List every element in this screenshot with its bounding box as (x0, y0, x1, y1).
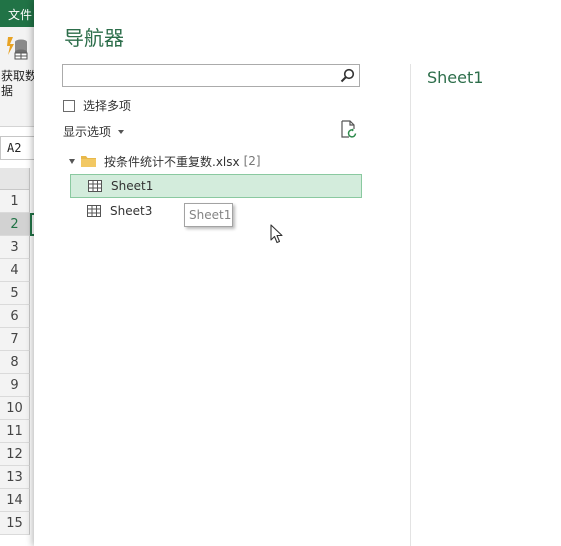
chevron-down-icon (118, 129, 125, 134)
row-header[interactable]: 5 (0, 282, 30, 305)
file-tab[interactable]: 文件 (8, 6, 32, 23)
pane-divider[interactable] (410, 64, 411, 546)
folder-label: 按条件统计不重复数.xlsx (104, 154, 240, 169)
row-header[interactable]: 2 (0, 213, 30, 236)
search-input[interactable] (63, 65, 333, 86)
navigator-dialog: 导航器 选择多项 显示选项 按条件统计不重复数.xlsx [2] Sheet1 … (34, 0, 561, 546)
multi-select-checkbox[interactable] (63, 99, 75, 112)
tree-item-label: Sheet1 (111, 179, 154, 193)
display-options-dropdown[interactable]: 显示选项 (63, 123, 125, 140)
row-headers: 1 2 3 4 5 6 7 8 9 10 11 12 13 14 15 (0, 190, 30, 535)
display-options-label: 显示选项 (63, 125, 112, 139)
multi-select-option[interactable]: 选择多项 (63, 97, 131, 114)
multi-select-label: 选择多项 (83, 99, 132, 113)
row-header[interactable]: 1 (0, 190, 30, 213)
row-header[interactable]: 14 (0, 489, 30, 512)
tree-item-label: Sheet3 (110, 204, 153, 218)
search-box[interactable] (62, 64, 360, 87)
row-header[interactable]: 4 (0, 259, 30, 282)
search-icon[interactable] (340, 68, 355, 83)
row-header[interactable]: 13 (0, 466, 30, 489)
row-header[interactable]: 7 (0, 328, 30, 351)
row-header[interactable]: 6 (0, 305, 30, 328)
folder-icon (81, 156, 96, 167)
expand-arrow-icon[interactable] (69, 158, 75, 164)
row-header[interactable]: 9 (0, 374, 30, 397)
dialog-title: 导航器 (64, 26, 124, 50)
select-all-corner[interactable] (0, 168, 30, 190)
tree-item-sheet1[interactable]: Sheet1 (70, 174, 362, 198)
row-header[interactable]: 12 (0, 443, 30, 466)
get-data-icon[interactable] (6, 35, 28, 61)
tree-folder-node[interactable]: 按条件统计不重复数.xlsx [2] (64, 151, 364, 171)
row-header[interactable]: 3 (0, 236, 30, 259)
folder-count: [2] (243, 154, 261, 168)
row-header[interactable]: 10 (0, 397, 30, 420)
table-icon (88, 180, 102, 192)
preview-title: Sheet1 (427, 68, 484, 87)
drag-tooltip: Sheet1 (184, 203, 233, 227)
table-icon (87, 205, 101, 217)
mouse-cursor-icon (270, 224, 283, 244)
row-header[interactable]: 8 (0, 351, 30, 374)
navigator-tree: 按条件统计不重复数.xlsx [2] Sheet1 Sheet3 (64, 151, 364, 218)
row-header[interactable]: 11 (0, 420, 30, 443)
row-header[interactable]: 15 (0, 512, 30, 535)
refresh-icon[interactable] (341, 120, 357, 138)
